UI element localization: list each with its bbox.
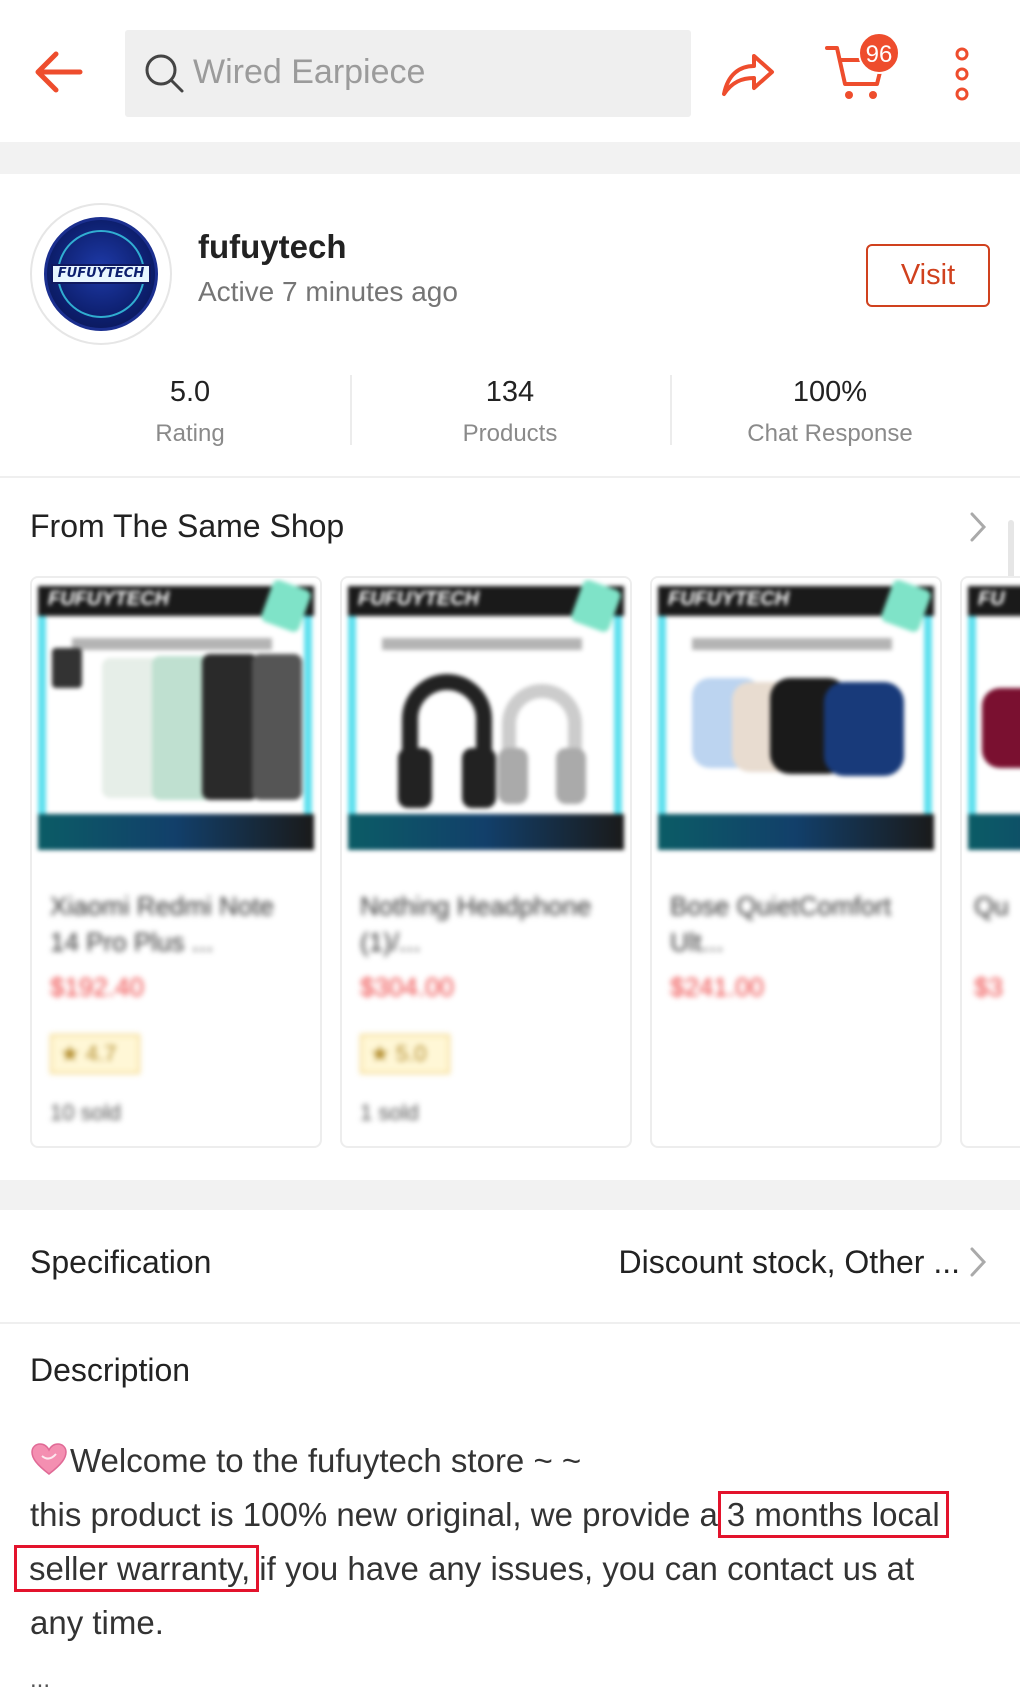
divider <box>0 476 1020 478</box>
stat-value: 134 <box>485 376 535 408</box>
same-shop-title: From The Same Shop <box>30 508 345 544</box>
share-icon[interactable] <box>718 44 778 104</box>
stat-value: 100% <box>792 376 868 408</box>
product-rating: ★ 5.0 <box>360 1034 450 1074</box>
product-name: Bose QuietComfort Ult... <box>670 891 892 957</box>
search-bar[interactable]: Wired Earpiece <box>125 30 691 117</box>
product-banner: FUFUYTECH <box>48 588 170 610</box>
description-line: if you have any issues, you can contact … <box>259 1550 915 1587</box>
product-image: FUFUYTECH <box>652 578 940 868</box>
product-image: FUFUYTECH <box>342 578 630 868</box>
section-divider <box>0 1180 1020 1210</box>
stat-label: Chat Response <box>747 420 913 447</box>
shop-active-status: Active 7 minutes ago <box>198 276 458 307</box>
product-card[interactable]: FUFUYTECH Xiaomi Redmi Note 14 Pro Plus … <box>30 576 322 1148</box>
back-arrow-icon[interactable] <box>28 44 90 100</box>
scroll-indicator <box>1008 520 1014 580</box>
specification-value[interactable]: Discount stock, Other ... <box>619 1244 960 1281</box>
product-price: $3 <box>974 972 1003 1002</box>
description-line: any time. <box>30 1604 164 1641</box>
stat-value: 5.0 <box>169 376 211 408</box>
product-carousel[interactable]: FUFUYTECH Xiaomi Redmi Note 14 Pro Plus … <box>30 576 1020 1151</box>
top-bar: Wired Earpiece 96 <box>0 0 1020 142</box>
highlighted-text: seller warranty, <box>14 1545 260 1592</box>
product-price: $192.40 <box>50 972 144 1002</box>
description-title: Description <box>30 1352 191 1388</box>
product-name: Xiaomi Redmi Note 14 Pro Plus ... <box>50 891 274 957</box>
product-price: $304.00 <box>360 972 454 1002</box>
heart-icon <box>31 1443 67 1475</box>
stat-rating: 5.0 Rating <box>30 374 350 448</box>
product-banner: FUFUYTECH <box>668 588 790 610</box>
chevron-right-icon[interactable] <box>968 1245 988 1279</box>
description-body: Welcome to the fufuytech store ~ ~ this … <box>14 1434 995 1650</box>
specification-label[interactable]: Specification <box>30 1244 211 1281</box>
stat-chat-response: 100% Chat Response <box>670 374 990 448</box>
visit-shop-button[interactable]: Visit <box>866 244 990 307</box>
more-vertical-icon[interactable] <box>950 44 974 104</box>
search-icon <box>145 54 184 93</box>
description-ellipsis[interactable]: ... <box>30 1666 50 1694</box>
product-name: Nothing Headphone (1)/... <box>360 891 592 957</box>
description-line: this product is 100% new original, we pr… <box>30 1496 718 1533</box>
divider <box>0 1322 1020 1324</box>
chevron-right-icon[interactable] <box>968 510 988 544</box>
product-card[interactable]: FU Qu $3 <box>960 576 1020 1148</box>
highlighted-text: 3 months local <box>717 1491 949 1538</box>
stat-label: Products <box>462 420 558 447</box>
product-banner: FUFUYTECH <box>358 588 480 610</box>
shop-logo-text: FUFUYTECH <box>51 264 151 284</box>
product-sold: 10 sold <box>50 1100 121 1125</box>
product-banner: FU <box>978 588 1005 610</box>
product-name: Qu <box>974 891 1009 921</box>
stat-label: Rating <box>155 420 225 447</box>
stat-products: 134 Products <box>350 374 670 448</box>
product-price: $241.00 <box>670 972 764 1002</box>
product-card[interactable]: FUFUYTECH Bose QuietComfort Ult... $241.… <box>650 576 942 1148</box>
search-placeholder: Wired Earpiece <box>193 53 426 91</box>
product-rating: ★ 4.7 <box>50 1034 140 1074</box>
shop-name[interactable]: fufuytech <box>198 228 347 266</box>
product-image: FU <box>962 578 1020 868</box>
cart-count-badge: 96 <box>858 32 900 74</box>
product-image: FUFUYTECH <box>32 578 320 868</box>
section-divider <box>0 142 1020 174</box>
product-sold: 1 sold <box>360 1100 419 1125</box>
description-line: Welcome to the fufuytech store ~ ~ <box>70 1442 582 1479</box>
product-card[interactable]: FUFUYTECH Nothing Headphone (1)/... $304… <box>340 576 632 1148</box>
shop-avatar[interactable]: FUFUYTECH <box>30 203 172 345</box>
